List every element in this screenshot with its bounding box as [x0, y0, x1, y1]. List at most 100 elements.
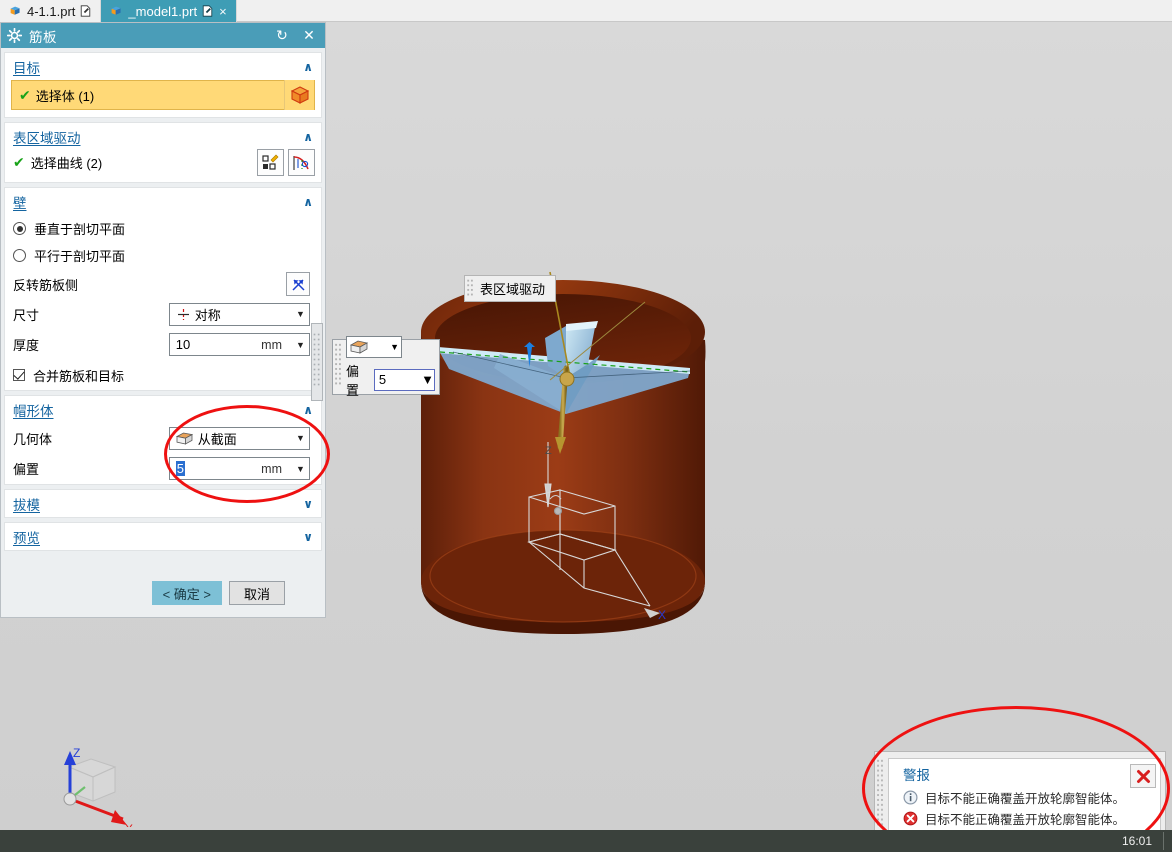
group-header-preview[interactable]: 预览 ∨ — [5, 523, 321, 550]
solid-body-icon — [290, 86, 309, 104]
chevron-down-icon[interactable]: ▼ — [292, 340, 309, 350]
dialog-resize-grip[interactable] — [311, 323, 323, 401]
group-preview: 预览 ∨ — [4, 522, 322, 551]
chevron-down-icon[interactable]: ▼ — [390, 342, 399, 352]
cap-offset-label: 偏置 — [13, 462, 40, 477]
merge-rib-checkbox[interactable] — [13, 369, 25, 381]
alert-panel[interactable]: 警报 目标不能正确覆盖开放轮廓智能体。 目标不能正确覆盖开放轮廓智能体。 — [874, 751, 1166, 830]
cap-offset-unit: mm — [261, 461, 282, 476]
dimension-row: 尺寸 对称 ▼ — [5, 299, 321, 329]
cap-offset-value: 5 — [175, 461, 186, 476]
dimension-dropdown[interactable]: 对称 ▼ — [168, 302, 310, 326]
group-title: 目标 — [13, 60, 40, 76]
sketch-section-icon — [262, 154, 279, 170]
viewport-geometry-dropdown[interactable]: ▼ — [346, 335, 402, 358]
curve-rule-icon — [293, 156, 309, 170]
group-header-draft[interactable]: 拔模 ∨ — [5, 490, 321, 517]
alert-message-row: 目标不能正确覆盖开放轮廓智能体。 — [903, 808, 1152, 829]
thickness-value: 10 — [175, 337, 191, 352]
group-draft: 拔模 ∨ — [4, 489, 322, 518]
chevron-down-icon[interactable]: ▼ — [421, 372, 434, 387]
thickness-row: 厚度 10 mm ▼ — [5, 329, 321, 360]
cap-geometry-label: 几何体 — [13, 431, 53, 447]
tab-label: _model1.prt — [128, 3, 198, 19]
reset-icon[interactable]: ↻ — [272, 27, 292, 44]
close-icon[interactable]: ✕ — [299, 27, 319, 44]
label-leader-line — [549, 301, 646, 381]
select-body-row[interactable]: ✔ 选择体 (1) — [11, 80, 315, 110]
edit-doc-icon[interactable] — [202, 5, 213, 17]
dialog-footer: < 确定 > 取消 — [1, 575, 325, 617]
merge-rib-row[interactable]: 合并筋板和目标 — [5, 360, 321, 390]
radio-perpendicular-label: 垂直于剖切平面 — [34, 222, 126, 237]
tab-4-1-1-prt[interactable]: 4-1.1.prt — [0, 0, 102, 22]
part-file-icon — [10, 6, 20, 15]
chevron-down-icon[interactable]: ▼ — [292, 309, 309, 319]
chevron-up-icon[interactable]: ∧ — [303, 403, 313, 417]
drag-grip-icon[interactable] — [875, 752, 886, 830]
select-body-button[interactable] — [284, 80, 314, 110]
radio-parallel-label: 平行于剖切平面 — [34, 249, 126, 264]
check-icon: ✔ — [13, 154, 25, 170]
model-axis-x-label: X — [658, 608, 666, 622]
chevron-down-icon[interactable]: ∨ — [303, 497, 313, 511]
group-wall: 壁 ∧ 垂直于剖切平面 平行于剖切平面 反转筋板侧 尺寸 对称 ▼ 厚度 10 … — [4, 187, 322, 391]
group-title: 帽形体 — [13, 403, 54, 419]
orientation-triad[interactable]: Z X — [45, 737, 140, 827]
alert-close-button[interactable] — [1130, 764, 1156, 788]
tab-model1-prt[interactable]: _model1.prt × — [101, 0, 237, 22]
flip-direction-button[interactable] — [286, 272, 310, 296]
cancel-button[interactable]: 取消 — [229, 581, 285, 605]
cap-offset-input[interactable]: 5 mm ▼ — [168, 457, 310, 480]
section-drive-viewport-label[interactable]: 表区域驱动 — [464, 275, 557, 302]
group-cap: 帽形体 ∧ 几何体 从截面 ▼ 偏置 5 mm ▼ — [4, 395, 322, 485]
viewport-offset-value: 5 — [378, 372, 387, 387]
taskbar-clock: 16:01 — [1121, 834, 1152, 848]
group-header-section-drive[interactable]: 表区域驱动 ∧ — [5, 123, 321, 150]
info-icon — [903, 790, 918, 805]
dialog-title-bar[interactable]: 筋板 ↻ ✕ — [1, 23, 325, 48]
group-title: 表区域驱动 — [13, 130, 81, 146]
group-title: 壁 — [13, 195, 27, 211]
rib-dialog[interactable]: 筋板 ↻ ✕ 目标 ∧ ✔ 选择体 (1) 表区域驱动 ∧ ✔ 选择曲线 (2)… — [0, 22, 326, 618]
chevron-up-icon[interactable]: ∧ — [303, 60, 313, 74]
radio-perpendicular-row[interactable]: 垂直于剖切平面 — [5, 215, 321, 242]
chevron-down-icon[interactable]: ∨ — [303, 530, 313, 544]
cap-geometry-value: 从截面 — [197, 431, 237, 447]
thickness-input[interactable]: 10 mm ▼ — [168, 333, 310, 356]
section-label-text: 表区域驱动 — [480, 282, 546, 297]
sketch-section-button[interactable] — [257, 149, 284, 176]
offset-mini-toolbar[interactable]: ▼ 偏置 5 ▼ — [332, 335, 440, 398]
close-icon — [1136, 769, 1150, 783]
tab-bar: 4-1.1.prt _model1.prt × — [0, 0, 1172, 22]
cap-geometry-dropdown[interactable]: 从截面 ▼ — [168, 426, 310, 450]
group-header-cap[interactable]: 帽形体 ∧ — [5, 396, 321, 423]
drag-grip-icon[interactable] — [333, 340, 344, 394]
grip-dots-icon — [313, 333, 320, 386]
thickness-label: 厚度 — [13, 338, 40, 353]
tab-label: 4-1.1.prt — [27, 3, 76, 19]
group-header-wall[interactable]: 壁 ∧ — [5, 188, 321, 215]
dimension-label: 尺寸 — [13, 307, 40, 323]
edit-doc-icon[interactable] — [80, 5, 91, 17]
radio-parallel[interactable] — [13, 249, 26, 262]
group-title: 拔模 — [13, 497, 40, 513]
section-solid-icon — [349, 340, 369, 354]
taskbar: 16:01 — [0, 830, 1172, 852]
chevron-up-icon[interactable]: ∧ — [303, 195, 313, 209]
chevron-up-icon[interactable]: ∧ — [303, 130, 313, 144]
drag-grip-icon[interactable] — [465, 276, 476, 301]
ok-button[interactable]: < 确定 > — [151, 581, 222, 605]
radio-parallel-row[interactable]: 平行于剖切平面 — [5, 242, 321, 269]
curve-rule-button[interactable] — [288, 149, 315, 176]
tab-close-icon[interactable]: × — [219, 5, 227, 18]
triad-x-label: X — [125, 822, 133, 827]
radio-perpendicular[interactable] — [13, 222, 26, 235]
select-curve-row[interactable]: ✔ 选择曲线 (2) — [5, 149, 321, 182]
chevron-down-icon[interactable]: ▼ — [292, 433, 309, 443]
cap-geometry-row: 几何体 从截面 ▼ — [5, 423, 321, 453]
viewport-offset-input[interactable]: 5 ▼ — [373, 368, 435, 391]
chevron-down-icon[interactable]: ▼ — [292, 464, 309, 474]
section-solid-icon — [175, 432, 193, 445]
group-header-target[interactable]: 目标 ∧ — [5, 53, 321, 80]
